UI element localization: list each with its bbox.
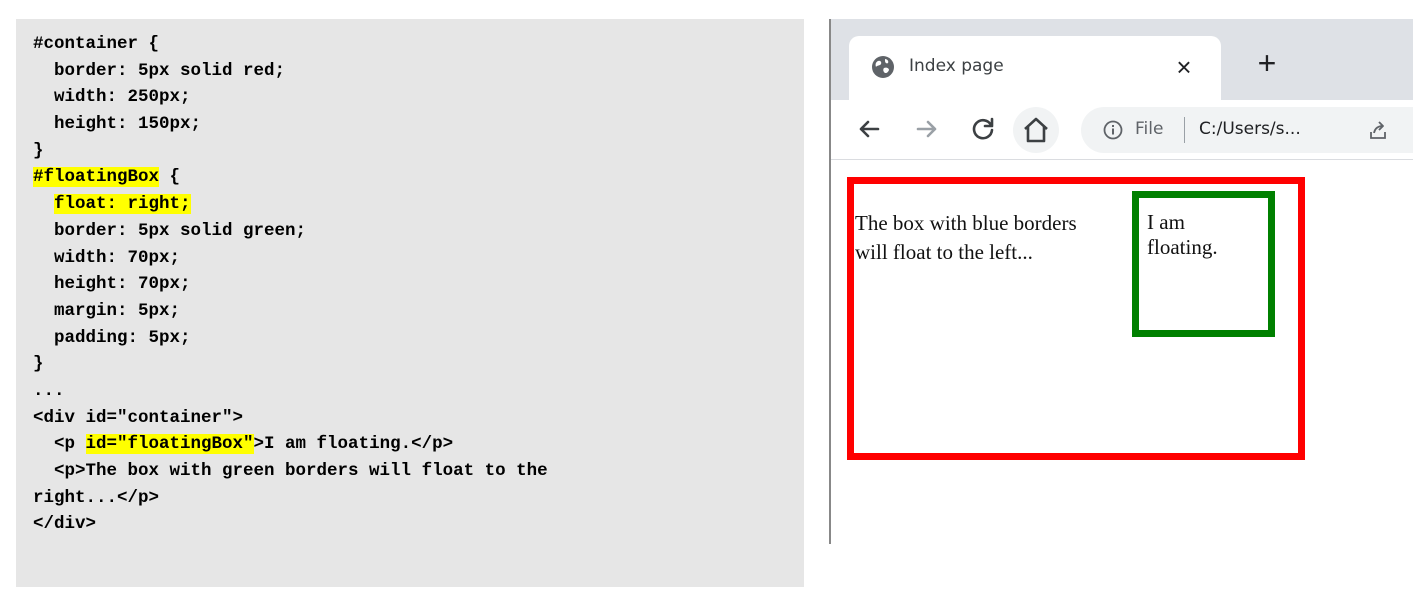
code-line: border: 5px solid red; bbox=[33, 58, 548, 85]
code-text: <div id="container"> bbox=[33, 407, 244, 428]
code-text: right...</p> bbox=[33, 487, 160, 508]
code-text: padding: 5px; bbox=[33, 327, 191, 348]
code-text: } bbox=[33, 354, 44, 375]
code-text: <p>The box with green borders will float… bbox=[33, 461, 548, 481]
code-text: </div> bbox=[33, 514, 97, 535]
code-text: ... bbox=[33, 380, 65, 401]
code-line: </div> bbox=[33, 511, 548, 538]
code-text: height: 70px; bbox=[33, 274, 191, 295]
floating-box-text: I am floating. bbox=[1147, 210, 1218, 259]
code-text: width: 250px; bbox=[33, 87, 191, 108]
code-line: float: right; bbox=[33, 191, 548, 218]
browser-toolbar: File C:/Users/s... bbox=[831, 100, 1413, 160]
browser-window: Index page × + File C:/Users/s... I am f… bbox=[829, 19, 1413, 544]
code-panel: #container { border: 5px solid red; widt… bbox=[16, 19, 804, 587]
forward-arrow-icon bbox=[911, 113, 943, 145]
code-line: ... bbox=[33, 378, 548, 405]
back-arrow-icon[interactable] bbox=[853, 113, 885, 145]
globe-icon bbox=[871, 55, 895, 79]
code-line: margin: 5px; bbox=[33, 298, 548, 325]
code-text: height: 150px; bbox=[33, 114, 202, 135]
info-icon[interactable] bbox=[1103, 120, 1123, 140]
url-text[interactable]: C:/Users/s... bbox=[1199, 119, 1301, 139]
code-line: } bbox=[33, 351, 548, 378]
code-line: <p>The box with green borders will float… bbox=[33, 458, 548, 485]
code-text: margin: 5px; bbox=[33, 300, 181, 321]
code-line: right...</p> bbox=[33, 485, 548, 512]
code-line: border: 5px solid green; bbox=[33, 218, 548, 245]
new-tab-button[interactable]: + bbox=[1253, 47, 1281, 79]
code-text: border: 5px solid green; bbox=[33, 220, 307, 241]
code-text: { bbox=[159, 167, 181, 188]
code-line: #floatingBox { bbox=[33, 164, 548, 191]
paragraph-text: The box with blue borders will float to … bbox=[855, 211, 1077, 264]
highlighted-code: id="floatingBox" bbox=[85, 434, 254, 455]
code-line: height: 150px; bbox=[33, 111, 548, 138]
code-line: width: 70px; bbox=[33, 245, 548, 272]
code-line: #container { bbox=[33, 31, 548, 58]
code-line: } bbox=[33, 138, 548, 165]
code-line: width: 250px; bbox=[33, 84, 548, 111]
highlighted-code: #floatingBox bbox=[33, 167, 160, 188]
code-text: #container { bbox=[33, 34, 160, 54]
reload-icon[interactable] bbox=[967, 113, 999, 145]
code-line: <div id="container"> bbox=[33, 405, 548, 432]
url-scheme-label: File bbox=[1135, 119, 1164, 139]
code-line: height: 70px; bbox=[33, 271, 548, 298]
tab-index-page[interactable]: Index page × bbox=[849, 36, 1221, 100]
code-block: #container { border: 5px solid red; widt… bbox=[33, 31, 548, 538]
code-text: } bbox=[33, 140, 44, 161]
code-text: border: 5px solid red; bbox=[33, 60, 286, 81]
tab-strip: Index page × + bbox=[831, 19, 1413, 100]
page-viewport: I am floating. The box with blue borders… bbox=[831, 160, 1413, 544]
home-button[interactable] bbox=[1013, 107, 1059, 153]
code-line: padding: 5px; bbox=[33, 325, 548, 352]
share-icon[interactable] bbox=[1367, 119, 1389, 141]
code-text: <p bbox=[33, 434, 86, 455]
code-line: <p id="floatingBox">I am floating.</p> bbox=[33, 431, 548, 458]
code-text: width: 70px; bbox=[33, 247, 181, 268]
code-text: >I am floating.</p> bbox=[253, 434, 454, 455]
close-icon[interactable]: × bbox=[1171, 54, 1197, 80]
url-separator bbox=[1184, 117, 1185, 143]
highlighted-code: float: right; bbox=[54, 194, 191, 215]
home-icon bbox=[1024, 117, 1048, 143]
floating-box: I am floating. bbox=[1132, 191, 1275, 337]
container-box: I am floating. The box with blue borders… bbox=[847, 177, 1305, 460]
address-bar[interactable]: File C:/Users/s... bbox=[1081, 107, 1413, 153]
tab-title: Index page bbox=[909, 56, 1004, 76]
